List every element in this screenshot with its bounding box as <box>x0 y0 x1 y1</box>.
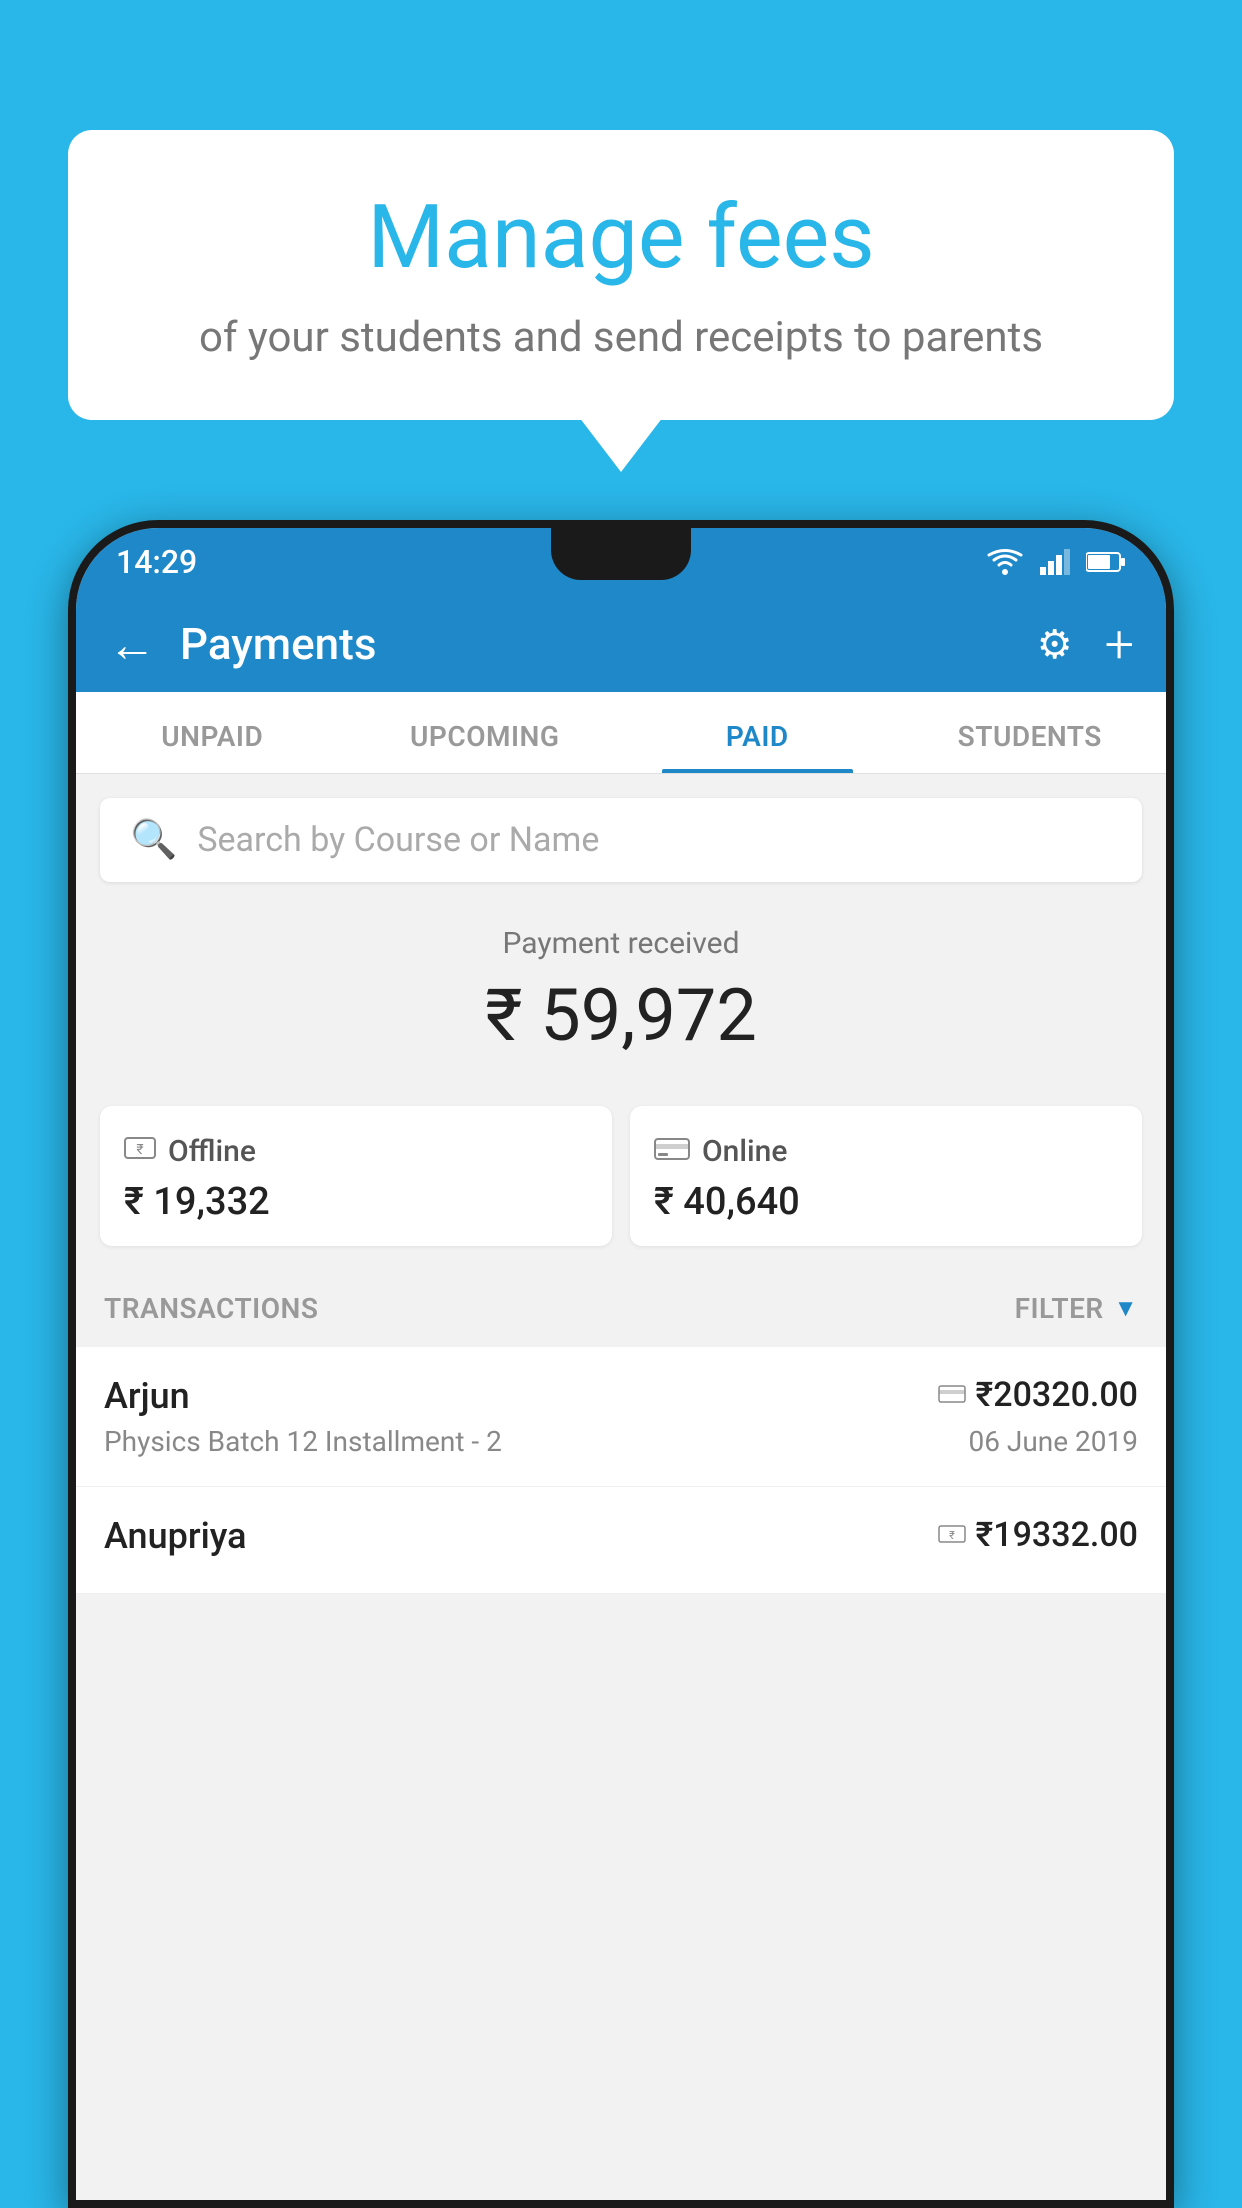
payment-received-section: Payment received ₹ 59,972 <box>76 898 1166 1106</box>
tab-students[interactable]: STUDENTS <box>894 692 1167 773</box>
online-card-header: Online <box>654 1132 1118 1170</box>
filter-icon: ▼ <box>1114 1294 1138 1323</box>
transaction-amount-2: ₹19332.00 <box>976 1515 1138 1555</box>
table-row[interactable]: Arjun ₹20320.00 Physics Batch 12 Install… <box>76 1347 1166 1487</box>
filter-button[interactable]: FILTER ▼ <box>1015 1292 1138 1325</box>
transactions-label: TRANSACTIONS <box>104 1292 318 1325</box>
payment-received-label: Payment received <box>100 926 1142 961</box>
offline-card-header: ₹ Offline <box>124 1132 588 1170</box>
status-time: 14:29 <box>116 543 197 581</box>
transaction-amount: ₹20320.00 <box>976 1375 1138 1415</box>
online-amount: ₹ 40,640 <box>654 1180 1118 1224</box>
transaction-name-2: Anupriya <box>104 1515 247 1557</box>
offline-icon: ₹ <box>124 1132 156 1170</box>
transaction-name: Arjun <box>104 1375 190 1417</box>
offline-card: ₹ Offline ₹ 19,332 <box>100 1106 612 1246</box>
phone-frame: 14:29 <box>68 520 1174 2208</box>
payment-cards: ₹ Offline ₹ 19,332 <box>100 1106 1142 1270</box>
tabs-bar: UNPAID UPCOMING PAID STUDENTS <box>76 692 1166 774</box>
svg-text:₹: ₹ <box>136 1142 143 1158</box>
filter-label: FILTER <box>1015 1292 1104 1325</box>
back-button[interactable]: ← <box>108 616 156 673</box>
add-button[interactable]: + <box>1105 614 1134 675</box>
tab-paid[interactable]: PAID <box>621 692 894 773</box>
search-icon: 🔍 <box>130 818 177 862</box>
battery-icon <box>1086 551 1126 573</box>
offline-icon-small: ₹ <box>938 1519 966 1552</box>
header-title: Payments <box>180 618 1013 670</box>
settings-icon[interactable]: ⚙ <box>1037 621 1073 668</box>
transaction-amount-row: ₹20320.00 <box>938 1375 1138 1415</box>
phone-inner: 14:29 <box>76 528 1166 2200</box>
transactions-header: TRANSACTIONS FILTER ▼ <box>76 1270 1166 1347</box>
online-card: Online ₹ 40,640 <box>630 1106 1142 1246</box>
notch <box>551 528 691 580</box>
speech-bubble-wrapper: Manage fees of your students and send re… <box>68 130 1174 420</box>
search-input[interactable]: Search by Course or Name <box>197 820 599 860</box>
speech-bubble: Manage fees of your students and send re… <box>68 130 1174 420</box>
search-container[interactable]: 🔍 Search by Course or Name <box>100 798 1142 882</box>
offline-amount: ₹ 19,332 <box>124 1180 588 1224</box>
online-icon <box>654 1132 690 1170</box>
header-icons: ⚙ + <box>1037 614 1134 675</box>
svg-text:₹: ₹ <box>949 1529 955 1542</box>
payment-amount-big: ₹ 59,972 <box>100 973 1142 1058</box>
wifi-icon <box>986 548 1024 576</box>
status-icons <box>986 548 1126 576</box>
app-header: ← Payments ⚙ + <box>76 596 1166 692</box>
tab-upcoming[interactable]: UPCOMING <box>349 692 622 773</box>
transaction-amount-row-2: ₹ ₹19332.00 <box>938 1515 1138 1555</box>
online-label: Online <box>702 1134 787 1169</box>
transaction-course: Physics Batch 12 Installment - 2 <box>104 1425 502 1458</box>
card-icon-small <box>938 1379 966 1412</box>
bubble-subtitle: of your students and send receipts to pa… <box>118 311 1124 366</box>
status-bar: 14:29 <box>76 528 1166 596</box>
transaction-top: Arjun ₹20320.00 <box>104 1375 1138 1417</box>
tab-unpaid[interactable]: UNPAID <box>76 692 349 773</box>
transaction-bottom: Physics Batch 12 Installment - 2 06 June… <box>104 1425 1138 1458</box>
bubble-title: Manage fees <box>118 190 1124 287</box>
offline-label: Offline <box>168 1134 256 1169</box>
transaction-date: 06 June 2019 <box>968 1425 1138 1458</box>
table-row[interactable]: Anupriya ₹ ₹19332.00 <box>76 1487 1166 1594</box>
signal-icon <box>1040 549 1070 575</box>
transaction-top-2: Anupriya ₹ ₹19332.00 <box>104 1515 1138 1557</box>
